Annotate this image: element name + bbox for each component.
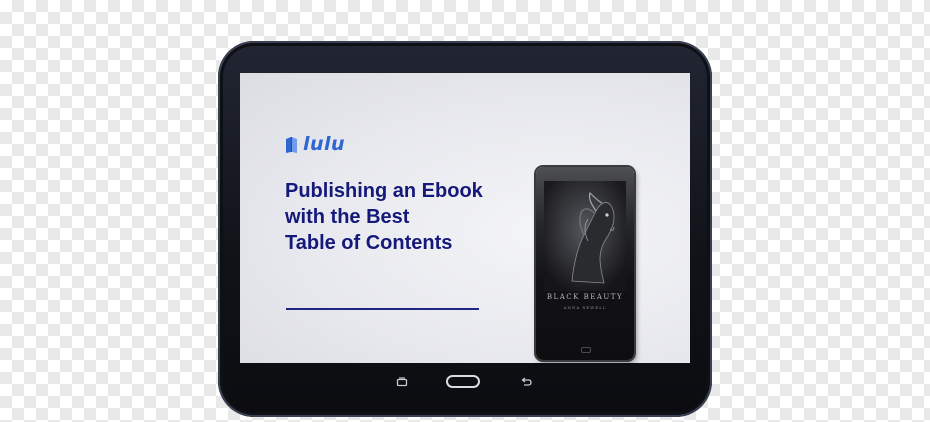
headline-underline [286, 308, 479, 310]
book-logo-icon [286, 136, 297, 153]
headline-line-2: with the Best [285, 206, 410, 228]
book-author: ANNA SEWELL [563, 305, 607, 310]
recent-apps-icon[interactable] [396, 377, 408, 387]
book-title: BLACK BEAUTY [546, 293, 624, 301]
headline-line-1: Publishing an Ebook [285, 180, 483, 202]
back-icon[interactable] [520, 377, 532, 387]
reader-home-button [581, 347, 591, 353]
logo-text: lulu [303, 133, 346, 155]
tablet-device: lulu Publishing an Ebook with the Best T… [218, 41, 712, 417]
home-button[interactable] [446, 375, 480, 388]
lulu-logo: lulu [284, 135, 345, 154]
horse-illustration [544, 181, 626, 291]
tablet-screen: lulu Publishing an Ebook with the Best T… [240, 73, 690, 363]
headline: Publishing an Ebook with the Best Table … [285, 178, 555, 256]
headline-line-3: Table of Contents [285, 232, 453, 254]
ebook-reader: BLACK BEAUTY ANNA SEWELL [536, 167, 634, 360]
